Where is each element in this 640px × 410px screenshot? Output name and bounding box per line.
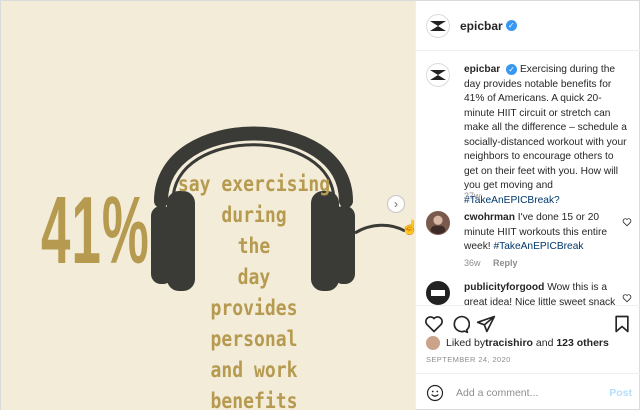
comment-time[interactable]: 36w	[464, 258, 481, 268]
likes-summary: Liked by tracishiro and 123 others	[426, 336, 609, 350]
header-username[interactable]: epicbar	[460, 19, 503, 33]
post-header: epicbar ✓	[416, 1, 640, 51]
like-heart-icon[interactable]	[424, 314, 444, 334]
share-paper-plane-icon[interactable]	[476, 314, 496, 334]
instagram-post-window: 41% say exercising during the day provid…	[0, 0, 640, 410]
headline-line: the	[237, 234, 271, 258]
comment-hashtag[interactable]: #TakeAnEPICBreak	[493, 241, 583, 252]
comment-meta: 36w Reply	[464, 258, 518, 268]
verified-badge-icon: ✓	[506, 63, 518, 75]
save-bookmark-icon[interactable]	[612, 314, 632, 334]
post-comment-button[interactable]: Post	[609, 387, 632, 399]
publicity-logo-icon	[431, 290, 445, 296]
emoji-smiley-icon[interactable]	[426, 384, 444, 402]
stat-percent: 41%	[41, 177, 150, 284]
headline-line: say exercising	[177, 172, 331, 196]
avatar[interactable]	[426, 211, 450, 235]
post-date[interactable]: SEPTEMBER 24, 2020	[426, 355, 511, 364]
caption-username[interactable]: epicbar	[464, 64, 500, 75]
likes-middle: and	[532, 337, 557, 349]
likes-prefix: Liked by	[446, 337, 486, 349]
comment-username[interactable]: publicityforgood	[464, 282, 544, 293]
headline-text: say exercising during the day provides p…	[159, 169, 349, 410]
headline-line: provides personal	[210, 296, 298, 351]
hand-cursor-icon: ☝	[401, 219, 415, 235]
comment-bubble-icon[interactable]	[450, 314, 470, 334]
comments-list: epicbar ✓ Exercising during the day prov…	[416, 51, 640, 305]
headline-line: day	[237, 265, 271, 289]
verified-badge-icon: ✓	[505, 20, 517, 31]
comment-body: cwohrman I've done 15 or 20 minute HIIT …	[464, 211, 630, 255]
headline-line: and work benefits	[210, 358, 298, 410]
headline-line: during	[221, 203, 287, 227]
epicbar-logo-icon	[430, 70, 446, 80]
post-details-panel: epicbar ✓ epicbar ✓ Exercising during th…	[415, 1, 640, 410]
comment-body: publicityforgood Wow this is a great ide…	[464, 281, 630, 305]
avatar[interactable]	[426, 63, 450, 87]
like-comment-heart-icon[interactable]	[622, 293, 632, 303]
chevron-right-icon: ›	[394, 197, 398, 211]
reply-button[interactable]: Reply	[493, 258, 518, 268]
avatar[interactable]	[426, 281, 450, 305]
epicbar-logo-icon	[430, 20, 446, 31]
comment-username[interactable]: cwohrman	[464, 212, 515, 223]
avatar[interactable]	[426, 13, 450, 38]
like-comment-heart-icon[interactable]	[622, 217, 632, 227]
liker-avatar[interactable]	[426, 336, 440, 350]
caption-time[interactable]: 37w	[464, 191, 481, 201]
likes-others[interactable]: 123 others	[556, 337, 609, 349]
comment-input[interactable]	[456, 386, 610, 399]
next-image-button[interactable]: ›	[387, 195, 405, 213]
caption-text: Exercising during the day provides notab…	[464, 64, 627, 191]
user-photo-icon	[430, 215, 446, 234]
likes-user[interactable]: tracishiro	[485, 337, 533, 349]
post-image[interactable]: 41% say exercising during the day provid…	[1, 1, 415, 410]
add-comment-bar: Post	[416, 373, 640, 410]
caption-body: epicbar ✓ Exercising during the day prov…	[464, 63, 630, 208]
